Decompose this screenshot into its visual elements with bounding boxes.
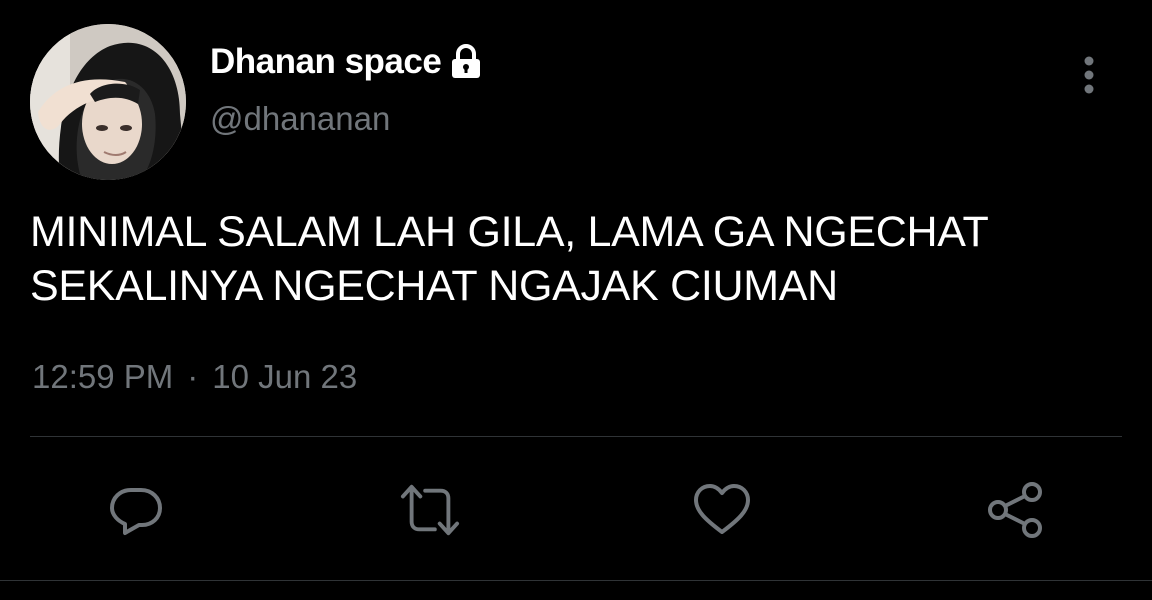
tweet-card: Dhanan space @dhananan MINIMAL SALAM LAH… (0, 0, 1152, 600)
tweet-meta: 12:59 PM · 10 Jun 23 (32, 358, 357, 396)
divider (30, 436, 1122, 437)
tweet-text-line: MINIMAL SALAM LAH GILA, LAMA GA NGECHAT (30, 208, 989, 256)
avatar[interactable] (30, 24, 186, 180)
divider-bottom (0, 580, 1152, 581)
tweet-date[interactable]: 10 Jun 23 (212, 358, 357, 396)
more-vertical-icon[interactable] (1074, 54, 1104, 96)
share-icon (988, 482, 1042, 538)
retweet-button[interactable] (400, 480, 460, 540)
tweet-time[interactable]: 12:59 PM (32, 358, 173, 396)
tweet-text-line: SEKALINYA NGECHAT NGAJAK CIUMAN (30, 262, 838, 310)
like-button[interactable] (692, 480, 752, 540)
like-icon (694, 484, 750, 534)
retweet-icon (400, 484, 460, 536)
reply-button[interactable] (106, 480, 166, 540)
reply-icon (110, 488, 162, 535)
display-name[interactable]: Dhanan space (210, 42, 442, 82)
lock-icon (449, 44, 483, 80)
share-button[interactable] (986, 480, 1046, 540)
tweet-text: MINIMAL SALAM LAH GILA, LAMA GA NGECHAT … (30, 205, 1130, 313)
username[interactable]: @dhananan (210, 100, 390, 138)
meta-separator: · (187, 358, 199, 395)
display-name-row[interactable]: Dhanan space (210, 40, 483, 84)
avatar-image (30, 24, 186, 180)
